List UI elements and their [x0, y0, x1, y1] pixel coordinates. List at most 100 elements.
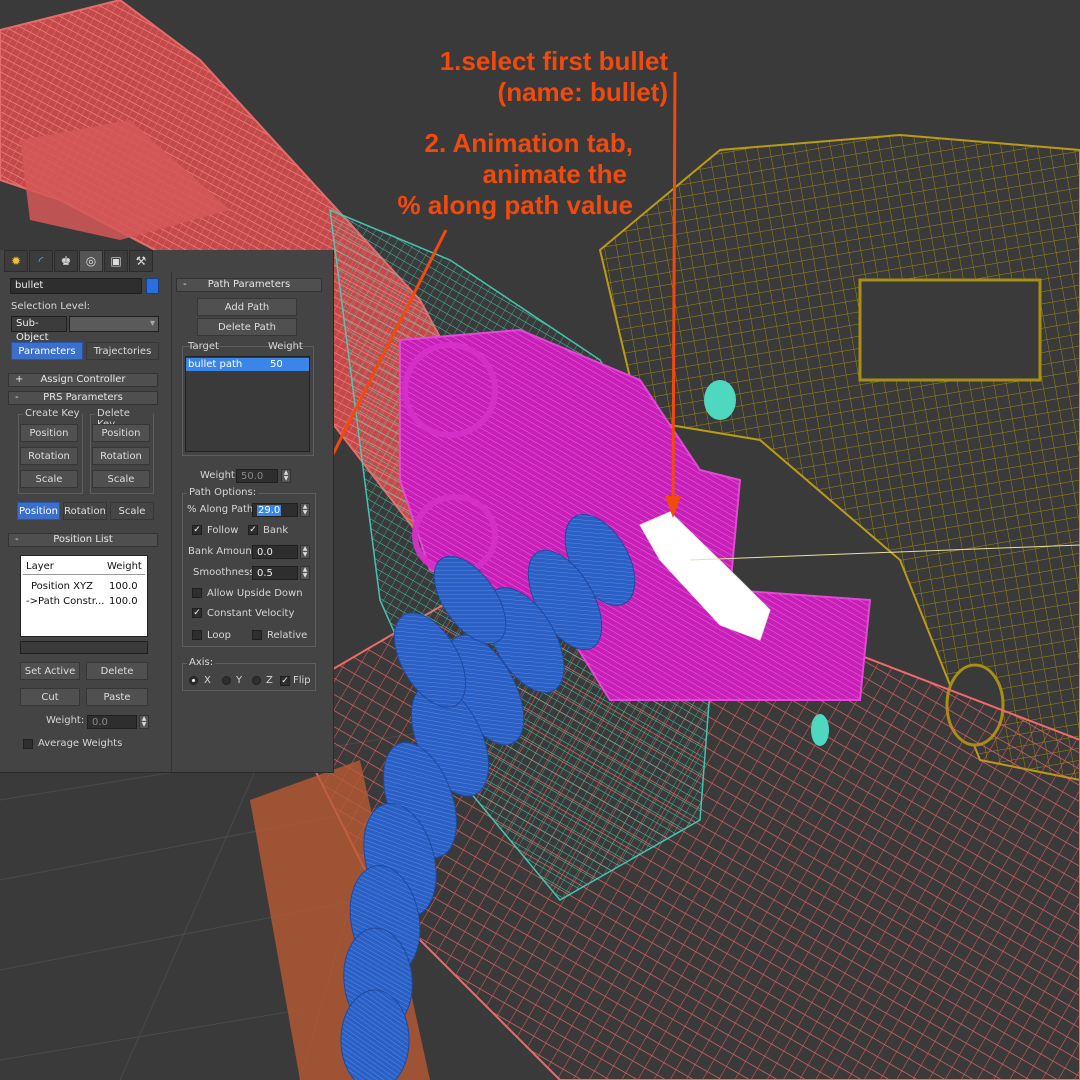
scale-tab-button[interactable]: Scale — [110, 502, 154, 520]
create-scale-key-button[interactable]: Scale — [20, 470, 78, 488]
allow-upside-down-checkbox[interactable] — [192, 588, 202, 598]
path-weight-field[interactable]: 50.0 — [236, 469, 278, 483]
position-list-rollout[interactable]: - Position List — [8, 533, 158, 547]
display-tab-icon[interactable]: ▣ — [104, 250, 128, 272]
layer-row-weight: 100.0 — [109, 596, 138, 607]
rotation-tab-button[interactable]: Rotation — [63, 502, 107, 520]
column-divider — [171, 272, 172, 772]
flip-checkbox[interactable]: ✓ — [280, 676, 290, 686]
allow-upside-down-label: Allow Upside Down — [207, 588, 303, 599]
bank-amount-field[interactable]: 0.0 — [252, 545, 298, 559]
cyan-knob — [704, 380, 736, 420]
average-weights-label: Average Weights — [38, 738, 123, 749]
constant-velocity-label: Constant Velocity — [207, 608, 295, 619]
loop-checkbox[interactable] — [192, 630, 202, 640]
loop-label: Loop — [207, 630, 231, 641]
along-path-value: 29.0 — [257, 505, 282, 516]
create-position-key-button[interactable]: Position — [20, 424, 78, 442]
delete-position-key-button[interactable]: Position — [92, 424, 150, 442]
target-row-name[interactable]: bullet path — [188, 359, 242, 370]
motion-tab-icon[interactable]: ◎ — [79, 250, 103, 272]
position-list-box[interactable]: Layer Weight Position XYZ 100.0 ->Path C… — [20, 555, 148, 637]
bank-amount-spinner[interactable]: ▲ ▼ — [300, 545, 310, 559]
axis-label: Axis: — [187, 657, 216, 668]
modify-tab-icon[interactable]: ◜ — [29, 250, 53, 272]
target-weight-header: Weight — [268, 341, 303, 352]
step1-line2: (name: bullet) — [497, 77, 668, 107]
layer-row-name[interactable]: Position XYZ — [31, 581, 93, 592]
create-rotation-key-button[interactable]: Rotation — [20, 447, 78, 465]
position-tab-button[interactable]: Position — [17, 502, 60, 520]
step2-line2: animate the — [482, 159, 628, 189]
path-parameters-rollout[interactable]: - Path Parameters — [176, 278, 322, 292]
average-weights-checkbox[interactable] — [23, 739, 33, 749]
step2-text: 2. Animation tab, animate the % along pa… — [380, 128, 634, 221]
trajectories-button[interactable]: Trajectories — [86, 342, 159, 360]
hierarchy-tab-icon[interactable]: ♚ — [54, 250, 78, 272]
object-color-swatch[interactable] — [146, 278, 159, 294]
bank-label: Bank — [263, 525, 289, 536]
utilities-tab-icon[interactable]: ⚒ — [129, 250, 153, 272]
along-path-field[interactable]: 29.0 — [252, 503, 298, 517]
delete-path-button[interactable]: Delete Path — [197, 318, 297, 336]
selection-level-label: Selection Level: — [11, 301, 91, 312]
axis-y-radio[interactable] — [222, 676, 231, 685]
bank-amount-label: Bank Amount: — [188, 546, 259, 557]
create-key-label: Create Key — [23, 408, 82, 419]
cut-button[interactable]: Cut — [20, 688, 80, 706]
bank-checkbox[interactable]: ✓ — [248, 525, 258, 535]
layer-row-name[interactable]: ->Path Constr... — [26, 596, 104, 607]
layer-header: Layer — [26, 561, 54, 572]
along-path-spinner[interactable]: ▲ ▼ — [300, 503, 310, 517]
layer-weight-label: Weight: — [46, 715, 85, 726]
target-list-box[interactable]: bullet path 50 — [185, 356, 310, 452]
smoothness-field[interactable]: 0.5 — [252, 566, 298, 580]
follow-label: Follow — [207, 525, 239, 536]
step2-line3: % along path value — [397, 190, 634, 220]
layer-weight-spinner[interactable]: ▲ ▼ — [139, 715, 149, 729]
along-path-label: % Along Path: — [187, 504, 257, 515]
smoothness-label: Smoothness: — [193, 567, 258, 578]
create-tab-icon[interactable]: ✹ — [4, 250, 28, 272]
set-active-button[interactable]: Set Active — [20, 662, 80, 680]
follow-checkbox[interactable]: ✓ — [192, 525, 202, 535]
prs-parameters-title: PRS Parameters — [43, 392, 123, 403]
path-weight-spinner[interactable]: ▲ ▼ — [281, 469, 291, 483]
assign-controller-title: Assign Controller — [40, 374, 126, 385]
target-header: Target — [188, 341, 219, 352]
object-name-field[interactable]: bullet — [10, 278, 142, 294]
smoothness-spinner[interactable]: ▲ ▼ — [300, 566, 310, 580]
relative-checkbox[interactable] — [252, 630, 262, 640]
chevron-down-icon: ▾ — [149, 318, 155, 329]
relative-label: Relative — [267, 630, 308, 641]
axis-z-radio[interactable] — [252, 676, 261, 685]
sub-object-button[interactable]: Sub-Object — [11, 316, 67, 343]
delete-scale-key-button[interactable]: Scale — [92, 470, 150, 488]
parameters-button[interactable]: Parameters — [11, 342, 83, 360]
axis-z-label: Z — [266, 675, 273, 686]
path-parameters-title: Path Parameters — [207, 279, 291, 290]
step1-line1: 1.select first bullet — [439, 46, 668, 76]
sub-object-dropdown[interactable]: ▾ — [69, 316, 159, 332]
path-weight-label: Weight — [200, 470, 235, 481]
command-panel-tabs: ✹ ◜ ♚ ◎ ▣ ⚒ — [4, 250, 153, 272]
flip-label: Flip — [293, 675, 311, 686]
paste-button[interactable]: Paste — [86, 688, 148, 706]
step1-text: 1.select first bullet (name: bullet) — [400, 46, 668, 108]
layer-weight-field[interactable]: 0.0 — [87, 715, 137, 729]
prs-parameters-rollout[interactable]: - PRS Parameters — [8, 391, 158, 405]
constant-velocity-checkbox[interactable]: ✓ — [192, 608, 202, 618]
weight-header: Weight — [107, 561, 142, 572]
axis-x-label: X — [204, 675, 211, 686]
layer-name-field[interactable] — [20, 641, 148, 654]
receiver-window — [858, 278, 1042, 382]
assign-controller-rollout[interactable]: + Assign Controller — [8, 373, 158, 387]
add-path-button[interactable]: Add Path — [197, 298, 297, 316]
axis-x-radio[interactable] — [189, 676, 198, 685]
delete-rotation-key-button[interactable]: Rotation — [92, 447, 150, 465]
delete-layer-button[interactable]: Delete — [86, 662, 148, 680]
list-header-divider — [23, 574, 145, 575]
path-options-label: Path Options: — [187, 487, 259, 498]
cyan-pin — [811, 714, 829, 746]
layer-row-weight: 100.0 — [109, 581, 138, 592]
